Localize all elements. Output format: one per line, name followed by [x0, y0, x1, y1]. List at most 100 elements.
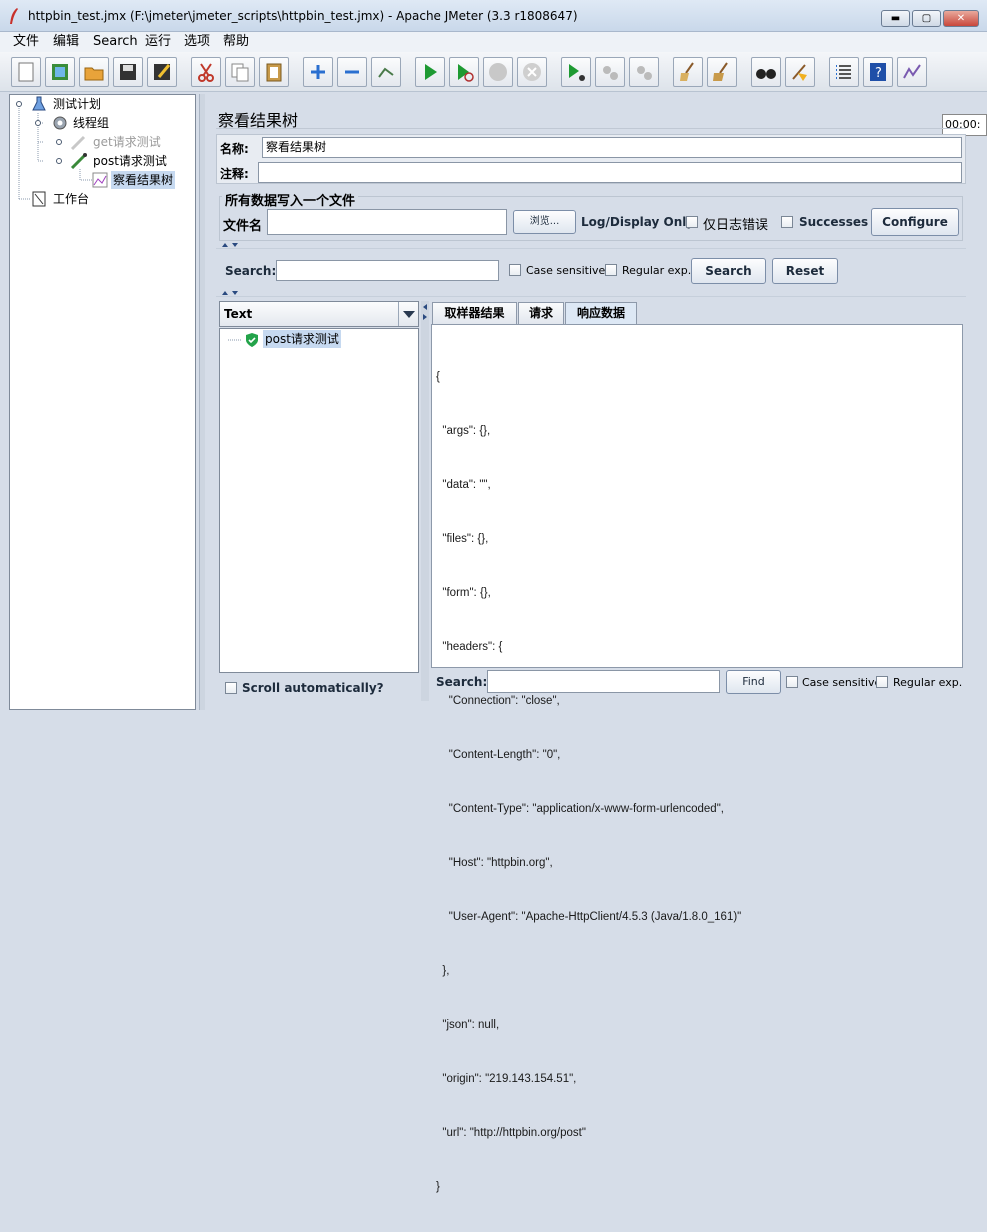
results-list: post请求测试: [219, 328, 419, 673]
regex-label: Regular exp.: [622, 264, 692, 277]
errors-only-checkbox[interactable]: [686, 216, 698, 228]
response-line: "args": {},: [436, 425, 491, 437]
configure-button[interactable]: Configure: [871, 208, 959, 236]
start-no-pauses-button[interactable]: [449, 57, 479, 87]
broom-all-icon: [713, 62, 728, 81]
split-divider[interactable]: [199, 94, 205, 710]
open-button[interactable]: [79, 57, 109, 87]
minimize-button[interactable]: ▬: [881, 10, 910, 27]
response-line: "Content-Length": "0",: [436, 749, 561, 761]
flask-icon: [32, 96, 46, 111]
search-input[interactable]: [276, 260, 499, 281]
broom-icon: [680, 62, 694, 81]
title-bar: httpbin_test.jmx (F:\jmeter\jmeter_scrip…: [0, 0, 987, 32]
cut-button[interactable]: [191, 57, 221, 87]
response-line: "files": {},: [436, 533, 489, 545]
response-line: "User-Agent": "Apache-HttpClient/4.5.3 (…: [436, 911, 742, 923]
tree-line: [228, 339, 242, 341]
gear-icon: [53, 116, 67, 130]
clear-all-button[interactable]: [707, 57, 737, 87]
bottom-regex-checkbox[interactable]: [876, 676, 888, 688]
bottom-case-sensitive-checkbox[interactable]: [786, 676, 798, 688]
maximize-button[interactable]: ▢: [912, 10, 941, 27]
reset-button[interactable]: Reset: [772, 258, 838, 284]
graph-button[interactable]: [897, 57, 927, 87]
scissors-icon: [198, 63, 214, 82]
templates-button[interactable]: [45, 57, 75, 87]
response-line: "url": "http://httpbin.org/post": [436, 1127, 586, 1139]
tree-item-get-sampler[interactable]: get请求测试: [93, 133, 161, 151]
renderer-dropdown[interactable]: [398, 302, 419, 326]
save-icon: [120, 64, 136, 80]
shutdown-button[interactable]: [517, 57, 547, 87]
remote-stop-button[interactable]: [595, 57, 625, 87]
clear-button[interactable]: [673, 57, 703, 87]
success-shield-icon: [246, 333, 258, 347]
collapse-button[interactable]: [337, 57, 367, 87]
filename-field[interactable]: [267, 209, 507, 235]
file-group-title: 所有数据写入一个文件: [222, 190, 359, 209]
list-item[interactable]: post请求测试: [263, 330, 341, 348]
menu-options[interactable]: 选项: [184, 32, 210, 52]
remote-start-button[interactable]: [561, 57, 591, 87]
search-button[interactable]: [751, 57, 781, 87]
remote-shutdown-button[interactable]: [629, 57, 659, 87]
copy-button[interactable]: [225, 57, 255, 87]
tree-item-test-plan[interactable]: 测试计划: [53, 95, 101, 113]
scroll-auto-checkbox[interactable]: [225, 682, 237, 694]
menu-search[interactable]: Search: [93, 32, 138, 52]
reset-search-icon: [792, 64, 807, 81]
successes-checkbox[interactable]: [781, 216, 793, 228]
name-label: 名称:: [220, 142, 249, 156]
name-field[interactable]: 察看结果树: [262, 137, 962, 158]
tree-item-results-tree[interactable]: 察看结果树: [111, 171, 176, 189]
browse-button[interactable]: 浏览...: [513, 210, 576, 234]
new-button[interactable]: [11, 57, 41, 87]
tree-item-thread-group[interactable]: 线程组: [73, 114, 109, 132]
plus-icon: [311, 65, 325, 79]
save-as-button[interactable]: [147, 57, 177, 87]
save-as-icon: [154, 64, 171, 80]
jmeter-feather-icon: [10, 8, 18, 24]
case-sensitive-checkbox[interactable]: [509, 264, 521, 276]
search-submit-button[interactable]: Search: [691, 258, 766, 284]
help-button[interactable]: ?: [863, 57, 893, 87]
save-button[interactable]: [113, 57, 143, 87]
clipboard-icon: [266, 63, 282, 82]
menu-bar: 文件 编辑 Search 运行 选项 帮助: [0, 32, 987, 52]
function-helper-button[interactable]: [829, 57, 859, 87]
stop-button[interactable]: [483, 57, 513, 87]
start-button[interactable]: [415, 57, 445, 87]
comment-field[interactable]: [258, 162, 962, 183]
expand-button[interactable]: [303, 57, 333, 87]
tree-item-post-sampler[interactable]: post请求测试: [93, 152, 167, 170]
toggle-button[interactable]: [371, 57, 401, 87]
response-line: "Content-Type": "application/x-www-form-…: [436, 803, 724, 815]
find-button[interactable]: Find: [726, 670, 781, 694]
renderer-select[interactable]: Text: [219, 301, 419, 327]
tab-response-data[interactable]: 响应数据: [565, 302, 637, 324]
regex-checkbox[interactable]: [605, 264, 617, 276]
tab-sampler-result[interactable]: 取样器结果: [432, 302, 517, 324]
list-icon: [836, 65, 851, 79]
bottom-regex-label: Regular exp.: [893, 676, 963, 689]
reset-search-button[interactable]: [785, 57, 815, 87]
paste-button[interactable]: [259, 57, 289, 87]
errors-only-label: 仅日志错误: [703, 218, 769, 233]
tree-item-workbench[interactable]: 工作台: [53, 190, 89, 208]
vertical-splitter[interactable]: [421, 301, 429, 701]
menu-edit[interactable]: 编辑: [53, 32, 79, 52]
response-line: {: [436, 371, 440, 383]
menu-run[interactable]: 运行: [145, 32, 171, 52]
remote-shutdown-icon: [637, 66, 652, 80]
close-button[interactable]: ✕: [943, 10, 979, 27]
tab-request[interactable]: 请求: [518, 302, 564, 324]
scroll-auto-label: Scroll automatically?: [242, 681, 384, 695]
shutdown-icon: [523, 63, 541, 81]
response-line: "headers": {: [436, 641, 503, 653]
menu-help[interactable]: 帮助: [223, 32, 249, 52]
menu-file[interactable]: 文件: [13, 32, 39, 52]
new-file-icon: [18, 62, 34, 82]
bottom-search-label: Search:: [436, 675, 488, 689]
bottom-search-input[interactable]: [487, 670, 720, 693]
